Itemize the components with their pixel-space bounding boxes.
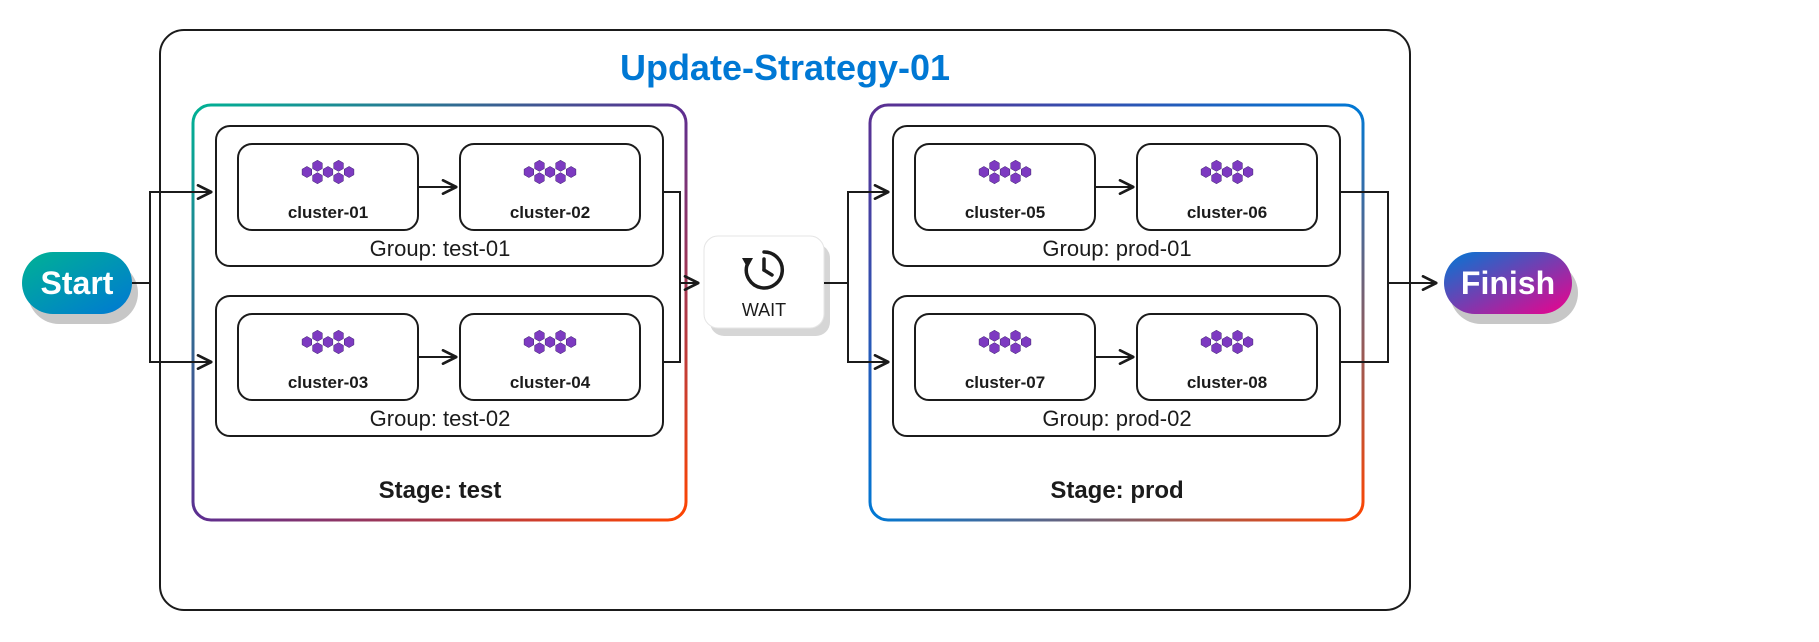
stage-prod-box (870, 105, 1363, 520)
cluster-icon (979, 160, 1031, 184)
cluster-08-label: cluster-08 (1187, 373, 1267, 392)
cluster-icon (1201, 330, 1253, 354)
cluster-05-label: cluster-05 (965, 203, 1045, 222)
group-prod-01-label: Group: prod-01 (1042, 236, 1191, 261)
update-strategy-diagram: Update-Strategy-01 Stage: test Group: te… (0, 0, 1819, 642)
flow-wait-to-prod01 (824, 192, 887, 283)
group-prod-02-label: Group: prod-02 (1042, 406, 1191, 431)
flow-prod01-to-finish (1340, 192, 1435, 283)
stage-test-label: Stage: test (379, 477, 502, 504)
cluster-icon (979, 330, 1031, 354)
group-test-01-label: Group: test-01 (370, 236, 511, 261)
group-test-02-label: Group: test-02 (370, 406, 511, 431)
start-label: Start (41, 265, 114, 301)
finish-label: Finish (1461, 265, 1555, 301)
strategy-title: Update-Strategy-01 (620, 47, 950, 88)
cluster-icon (524, 330, 576, 354)
cluster-icon (302, 160, 354, 184)
cluster-icon (524, 160, 576, 184)
cluster-04-label: cluster-04 (510, 373, 591, 392)
cluster-icon (302, 330, 354, 354)
stage-prod-label: Stage: prod (1050, 477, 1183, 504)
cluster-02-label: cluster-02 (510, 203, 590, 222)
cluster-03-label: cluster-03 (288, 373, 368, 392)
stage-test-box (193, 105, 686, 520)
cluster-icon (1201, 160, 1253, 184)
flow-wait-to-prod02 (824, 283, 887, 362)
wait-label: WAIT (742, 300, 786, 320)
cluster-07-label: cluster-07 (965, 373, 1045, 392)
flow-start-to-test02 (132, 283, 210, 362)
flow-test01-to-wait (663, 192, 697, 283)
flow-start-to-test01 (132, 192, 210, 283)
cluster-01-label: cluster-01 (288, 203, 368, 222)
flow-test02-join (663, 283, 680, 362)
cluster-06-label: cluster-06 (1187, 203, 1267, 222)
